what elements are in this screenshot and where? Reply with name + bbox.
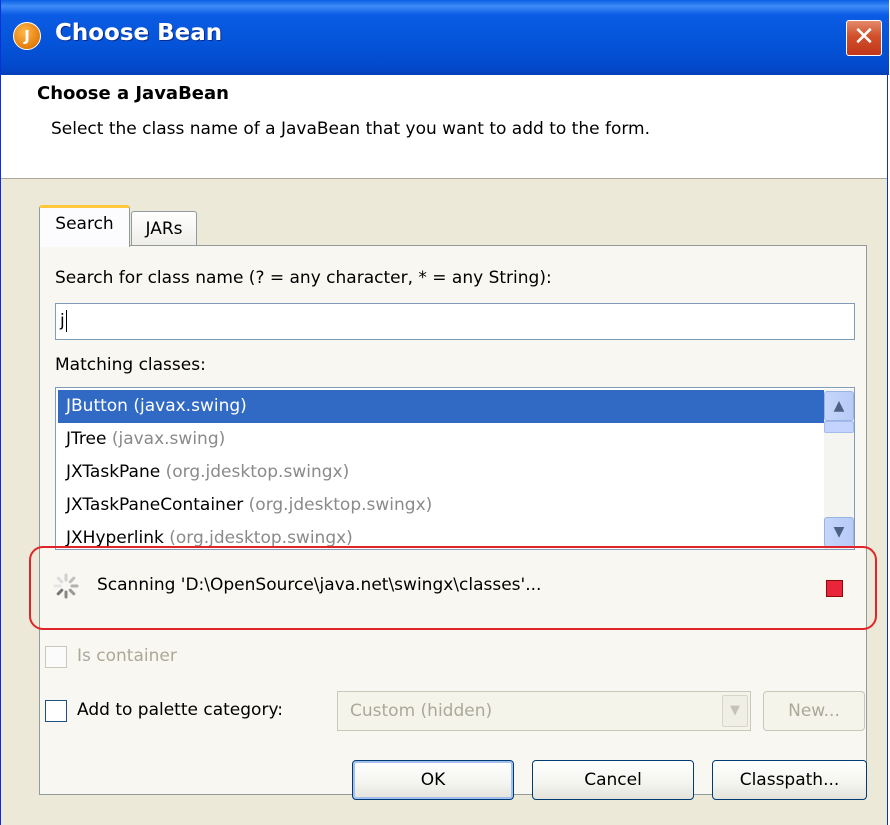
list-item[interactable]: JButton (javax.swing) xyxy=(58,390,824,423)
add-to-palette-label: Add to palette category: xyxy=(77,700,283,720)
scroll-up-icon[interactable]: ▲ xyxy=(824,391,854,421)
tab-search[interactable]: Search xyxy=(39,205,130,247)
new-category-button[interactable]: New... xyxy=(763,691,865,731)
dialog-header: Choose a JavaBean Select the class name … xyxy=(1,75,887,179)
search-label: Search for class name (? = any character… xyxy=(55,268,552,288)
class-name: JButton xyxy=(66,396,128,416)
search-input[interactable]: j xyxy=(55,303,855,340)
class-name: JTree xyxy=(66,429,107,449)
search-input-value: j xyxy=(60,311,65,331)
tab-jars-label: JARs xyxy=(145,219,183,239)
class-name: JXTaskPane xyxy=(66,462,161,482)
window-title: Choose Bean xyxy=(55,20,223,46)
palette-category-select[interactable]: Custom (hidden) ▼ xyxy=(337,691,751,731)
class-package: (javax.swing) xyxy=(133,396,247,416)
list-scrollbar[interactable]: ▲ ▼ xyxy=(824,389,854,549)
add-to-palette-checkbox[interactable] xyxy=(45,700,67,722)
class-package: (org.jdesktop.swingx) xyxy=(248,495,433,515)
matching-classes-list[interactable]: JButton (javax.swing) JTree (javax.swing… xyxy=(55,387,855,550)
class-name: JXHyperlink xyxy=(66,528,164,548)
text-caret xyxy=(65,310,67,332)
class-package: (org.jdesktop.swingx) xyxy=(165,462,350,482)
choose-bean-dialog: J Choose Bean ✕ Choose a JavaBean Select… xyxy=(0,0,889,825)
cancel-button[interactable]: Cancel xyxy=(532,760,694,800)
tab-jars[interactable]: JARs xyxy=(131,211,197,249)
ok-button[interactable]: OK xyxy=(352,760,514,800)
header-description: Select the class name of a JavaBean that… xyxy=(51,119,651,139)
matching-classes-label: Matching classes: xyxy=(55,355,206,375)
is-container-checkbox[interactable] xyxy=(45,646,67,668)
spinner-icon xyxy=(53,573,79,599)
is-container-label: Is container xyxy=(77,646,177,666)
stop-icon[interactable] xyxy=(826,580,843,597)
title-bar[interactable]: J Choose Bean ✕ xyxy=(1,0,889,75)
class-package: (org.jdesktop.swingx) xyxy=(169,528,353,548)
scroll-down-icon[interactable]: ▼ xyxy=(824,517,854,547)
list-item[interactable]: JXTaskPane (org.jdesktop.swingx) xyxy=(58,456,824,489)
java-app-icon: J xyxy=(13,22,41,50)
header-title: Choose a JavaBean xyxy=(37,83,229,104)
palette-category-value: Custom (hidden) xyxy=(350,701,493,721)
class-name: JXTaskPaneContainer xyxy=(66,495,244,515)
list-item[interactable]: JTree (javax.swing) xyxy=(58,423,824,456)
scrollbar-thumb[interactable] xyxy=(824,421,854,433)
chevron-down-icon[interactable]: ▼ xyxy=(722,695,748,727)
classpath-button[interactable]: Classpath... xyxy=(712,760,867,800)
close-button[interactable]: ✕ xyxy=(846,20,882,56)
tab-search-label: Search xyxy=(55,214,114,234)
list-item[interactable]: JXTaskPaneContainer (org.jdesktop.swingx… xyxy=(58,489,824,522)
scan-status-text: Scanning 'D:\OpenSource\java.net\swingx\… xyxy=(97,575,542,595)
class-package: (javax.swing) xyxy=(111,429,226,449)
